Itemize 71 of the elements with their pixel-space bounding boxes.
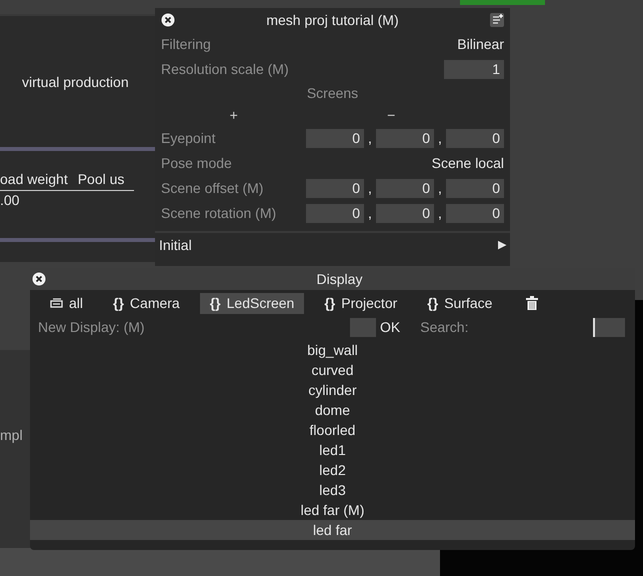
separator-text: , — [437, 179, 443, 198]
separator-text: , — [367, 179, 373, 198]
collapsible-header[interactable]: Initial ▶ — [155, 231, 510, 257]
column-header: oad weight — [0, 170, 68, 189]
tab-label: Camera — [130, 294, 180, 312]
separator-text: , — [367, 204, 373, 223]
window-title: mesh proj tutorial (M) — [265, 10, 400, 30]
property-label: Filtering — [161, 35, 211, 54]
number-field[interactable]: 0 — [446, 129, 504, 148]
input-field[interactable] — [350, 318, 376, 336]
search-label: Search: — [420, 318, 470, 336]
property-value[interactable]: Bilinear — [457, 34, 504, 55]
number-field[interactable]: 0 — [376, 129, 434, 148]
panel-heading: virtual production — [22, 73, 130, 92]
list-item[interactable]: led1 — [30, 440, 635, 460]
property-value[interactable]: Scene local — [432, 153, 504, 174]
tab-label: LedScreen — [226, 294, 294, 312]
list-item[interactable]: led3 — [30, 480, 635, 500]
list-item[interactable]: big_wall — [30, 340, 635, 360]
tab-label: Surface — [444, 294, 492, 312]
tab-label: all — [69, 294, 84, 312]
ok-button[interactable]: OK — [380, 316, 400, 338]
separator-text: , — [437, 204, 443, 223]
property-label: Pose mode — [161, 154, 232, 173]
note-add-icon[interactable] — [490, 13, 504, 27]
trash-icon[interactable] — [526, 296, 538, 310]
stack-icon — [50, 298, 63, 308]
section-heading: Screens — [306, 84, 358, 102]
window-title: Display — [316, 270, 364, 289]
close-icon[interactable] — [32, 272, 46, 286]
number-field[interactable]: 0 — [306, 179, 364, 198]
list-item[interactable]: curved — [30, 360, 635, 380]
field-label: New Display: (M) — [38, 318, 146, 337]
close-icon[interactable] — [161, 13, 175, 27]
number-field[interactable]: 0 — [446, 179, 504, 198]
input-field[interactable]: 1 — [444, 60, 504, 79]
list-item[interactable]: dome — [30, 400, 635, 420]
expand-arrow[interactable]: ▶ — [498, 236, 506, 254]
list-item[interactable]: led far (M) — [30, 500, 635, 520]
braces-glyph: {} — [113, 294, 124, 313]
tab[interactable]: {} Projector — [314, 292, 408, 314]
list-item[interactable]: floorled — [30, 420, 635, 440]
number-field[interactable]: 0 — [446, 204, 504, 223]
separator-text: , — [367, 129, 373, 148]
remove-button[interactable]: − — [387, 104, 396, 126]
tab[interactable]: {} Surface — [417, 292, 502, 314]
number-field[interactable]: 0 — [376, 179, 434, 198]
number-field[interactable]: 0 — [376, 204, 434, 223]
list-item[interactable]: led far — [30, 520, 635, 540]
property-label: Scene rotation (M) — [161, 204, 276, 223]
panel-label: mpl — [0, 426, 23, 445]
braces-glyph: {} — [210, 294, 221, 313]
tab[interactable]: {} LedScreen — [200, 292, 304, 314]
tab[interactable]: {} Camera — [103, 292, 190, 314]
header-label: Initial — [159, 236, 192, 254]
tab[interactable]: all — [40, 292, 94, 314]
list-item[interactable]: led2 — [30, 460, 635, 480]
property-label: Eyepoint — [161, 129, 216, 148]
column-header: Pool us — [78, 170, 124, 189]
separator-text: , — [437, 129, 443, 148]
list-item[interactable]: cylinder — [30, 380, 635, 400]
property-label: Scene offset (M) — [161, 179, 264, 198]
braces-glyph: {} — [427, 294, 438, 313]
braces-glyph: {} — [324, 294, 336, 313]
number-field[interactable]: 0 — [306, 129, 364, 148]
property-label: Resolution scale (M) — [161, 60, 289, 79]
table-cell-text: .00 — [0, 191, 20, 210]
search-field[interactable] — [593, 318, 625, 336]
tab-label: Projector — [341, 294, 398, 313]
number-field[interactable]: 0 — [306, 204, 364, 223]
add-button[interactable]: + — [230, 104, 238, 126]
